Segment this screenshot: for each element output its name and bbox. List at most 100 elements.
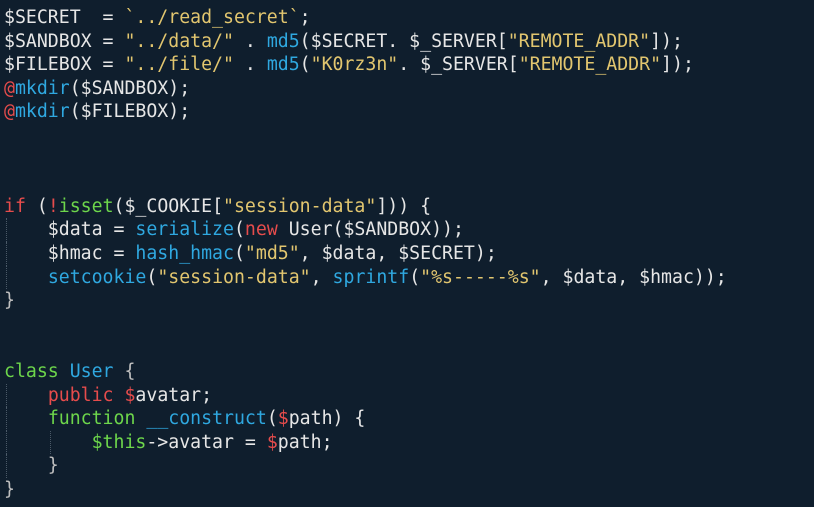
indent-guide (6, 265, 7, 290)
code-token: "md5" (244, 242, 300, 264)
code-token: , $data, $SECRET); (299, 242, 497, 264)
code-token: "REMOTE_ADDR" (518, 54, 662, 76)
code-line: $hmac = hash_hmac("md5", $data, $SECRET)… (4, 241, 814, 266)
code-token: "REMOTE_ADDR" (507, 30, 651, 52)
code-token: "../data/" (124, 30, 234, 52)
code-line: if (!isset($_COOKIE["session-data"])) { (4, 195, 814, 219)
code-token: ; (299, 7, 311, 28)
code-line: $this->avatar = $path; (4, 430, 814, 455)
code-token: User (69, 360, 114, 382)
code-token: ])) { (376, 195, 432, 217)
code-token: $hmac = (4, 242, 136, 264)
code-token: , (310, 266, 333, 288)
code-token: md5 (266, 30, 300, 52)
code-line: setcookie("session-data", sprintf("%s---… (4, 265, 814, 290)
code-token: $FILEBOX = (4, 54, 125, 76)
code-line: public $avatar; (4, 383, 814, 408)
code-token: . (233, 54, 267, 76)
indent-guide (6, 383, 7, 408)
code-token: $data = (4, 219, 136, 241)
code-line: $FILEBOX = "../file/" . md5("K0rz3n". $_… (4, 53, 814, 77)
code-token: $this (91, 431, 147, 453)
code-token: public (47, 384, 114, 406)
code-token: __construct (146, 408, 267, 430)
code-token: isset (58, 195, 114, 217)
code-token: $ (266, 431, 278, 453)
code-token: ($SANDBOX); (69, 77, 191, 99)
code-token: . (233, 30, 267, 52)
code-line: $data = serialize(new User($SANDBOX)); (4, 218, 814, 242)
code-token: } (4, 290, 15, 312)
code-line: $SECRET = `../read_secret`; (4, 6, 814, 30)
code-token: `../read_secret` (124, 7, 300, 28)
code-editor[interactable]: $SECRET = `../read_secret`; $SANDBOX = ".… (0, 0, 814, 507)
code-token: $SECRET = (4, 7, 125, 28)
code-token: new (244, 219, 278, 241)
code-token: @ (4, 77, 15, 99)
code-token: mkdir (14, 101, 70, 123)
code-token: ($SECRET. $_SERVER[ (299, 30, 508, 52)
code-token: ( (266, 408, 278, 430)
code-token: ($FILEBOX); (69, 101, 191, 123)
code-token: ->avatar = (146, 431, 267, 453)
code-token: path; (277, 431, 333, 453)
code-token: ]); (650, 30, 683, 52)
code-token: "session-data" (223, 195, 377, 217)
code-token: mkdir (14, 77, 70, 99)
code-token: , $data, $hmac)); (540, 266, 727, 288)
code-token: hash_hmac (135, 242, 234, 264)
code-token: ( (25, 195, 48, 217)
code-line: $SANDBOX = "../data/" . md5($SECRET. $_S… (4, 30, 814, 54)
code-token: setcookie (47, 266, 147, 288)
code-token: function (47, 408, 136, 430)
indent-guide (6, 407, 7, 431)
code-token: $ (277, 408, 289, 430)
code-token: ( (233, 219, 245, 241)
indent-guide (6, 218, 7, 242)
code-token: User($SANDBOX)); (277, 219, 464, 241)
code-line: @mkdir($SANDBOX); (4, 77, 814, 101)
code-token: "../file/" (124, 54, 234, 76)
code-line: } (4, 289, 814, 313)
code-token: $ (124, 384, 136, 406)
code-token: } (4, 455, 59, 477)
code-token: sprintf (332, 266, 410, 288)
code-token: ( (409, 266, 421, 288)
code-token: ( (233, 242, 245, 264)
code-token: } (4, 478, 15, 500)
indent-guide (6, 241, 7, 266)
code-token: avatar; (135, 384, 213, 406)
code-token: class (4, 360, 59, 382)
code-token: @ (4, 101, 15, 123)
code-token: serialize (135, 219, 234, 241)
code-token: ($_COOKIE[ (113, 195, 224, 217)
indent-guide (49, 430, 51, 455)
code-token: ( (146, 266, 158, 288)
code-line: @mkdir($FILEBOX); (4, 100, 814, 124)
indent-guide (6, 454, 7, 478)
code-token: "session-data" (157, 266, 311, 288)
code-line: } (4, 478, 814, 502)
code-line: class User { (4, 360, 814, 384)
code-line: function __construct($path) { (4, 407, 814, 431)
code-token: . $_SERVER[ (398, 54, 519, 76)
code-token: "%s-----%s" (420, 266, 541, 288)
code-line: } (4, 454, 814, 478)
code-token: ! (47, 195, 59, 217)
code-token: "K0rz3n" (310, 54, 399, 76)
indent-guide (6, 430, 7, 455)
code-token: ]); (661, 54, 694, 76)
code-token: md5 (266, 54, 300, 76)
